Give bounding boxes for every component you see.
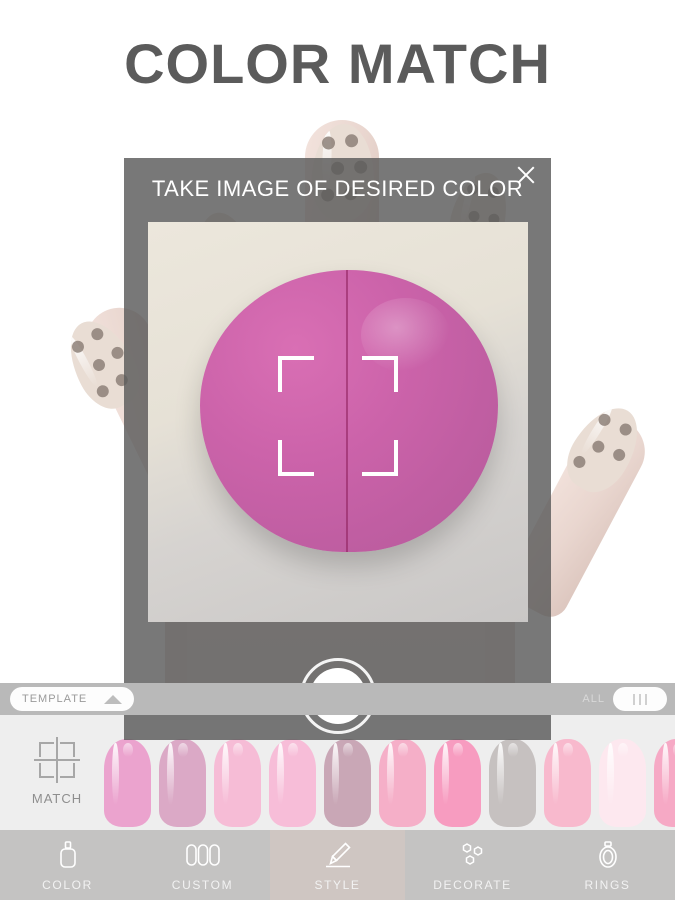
- swatch-highlight-top: [617, 742, 629, 757]
- brush-icon: [321, 838, 355, 872]
- all-filter-label: ALL: [582, 693, 605, 705]
- template-button-label: TEMPLATE: [22, 693, 88, 705]
- three-nails-icon: [183, 838, 223, 872]
- swatch-highlight-top: [232, 742, 244, 757]
- close-icon[interactable]: [509, 158, 543, 192]
- nail-dot: [345, 133, 359, 148]
- color-swatch[interactable]: [214, 739, 261, 827]
- swatch-highlight: [442, 743, 449, 805]
- color-swatch[interactable]: [654, 739, 675, 827]
- tab-style[interactable]: STYLE: [270, 830, 405, 900]
- camera-modal: TAKE IMAGE OF DESIRED COLOR: [124, 158, 551, 740]
- swatch-highlight: [662, 743, 669, 805]
- focus-corner-top-left: [278, 356, 314, 392]
- match-button-label: MATCH: [31, 791, 83, 806]
- tab-rings[interactable]: RINGS: [540, 830, 675, 900]
- template-button[interactable]: TEMPLATE: [10, 687, 134, 711]
- chevron-up-icon: [104, 694, 122, 704]
- crosshair-horizontal: [34, 759, 80, 761]
- swatch-highlight-top: [507, 742, 519, 757]
- color-swatch[interactable]: [379, 739, 426, 827]
- swatch-highlight-top: [397, 742, 409, 757]
- tab-decorate[interactable]: DECORATE: [405, 830, 540, 900]
- color-swatch[interactable]: [104, 739, 151, 827]
- nail-dot: [611, 446, 628, 464]
- app-root: COLOR MATCH TAKE IMAGE OF DESIRED COLOR: [0, 0, 675, 900]
- swatch-highlight-top: [562, 742, 574, 757]
- swatch-highlight-top: [342, 742, 354, 757]
- color-swatch[interactable]: [159, 739, 206, 827]
- bracket-top-right: [60, 742, 75, 757]
- three-bars-icon[interactable]: [613, 687, 667, 711]
- swatch-highlight: [112, 743, 119, 805]
- template-all-strip: TEMPLATE ALL: [0, 683, 675, 715]
- bottom-tab-bar: COLOR CUSTOM STYLE DECORATE RINGS: [0, 830, 675, 900]
- focus-corner-top-right: [362, 356, 398, 392]
- all-filter-group: ALL: [582, 687, 667, 711]
- nail-polish-bottle-icon: [51, 838, 85, 872]
- color-swatch[interactable]: [324, 739, 371, 827]
- nail-dot: [89, 325, 106, 343]
- camera-modal-header: TAKE IMAGE OF DESIRED COLOR: [124, 158, 551, 222]
- tab-label: RINGS: [584, 878, 631, 892]
- bracket-bottom-right: [60, 763, 75, 778]
- nail-dot: [617, 421, 635, 438]
- swatch-highlight: [552, 743, 559, 805]
- focus-corner-bottom-right: [362, 440, 398, 476]
- bar: [645, 693, 647, 705]
- swatch-highlight: [222, 743, 229, 805]
- tab-label: CUSTOM: [171, 878, 234, 892]
- tab-label: COLOR: [42, 878, 93, 892]
- swatch-highlight-top: [122, 742, 134, 757]
- camera-viewfinder[interactable]: [148, 222, 528, 622]
- nail-dot: [108, 344, 126, 362]
- bar: [633, 693, 635, 705]
- swatch-highlight-top: [177, 742, 189, 757]
- color-swatch[interactable]: [544, 739, 591, 827]
- crosshair-bracket-icon: [34, 737, 80, 783]
- tab-label: DECORATE: [433, 878, 512, 892]
- tab-label: STYLE: [314, 878, 361, 892]
- gems-icon: [456, 838, 490, 872]
- swatch-highlight-top: [452, 742, 464, 757]
- swatch-highlight: [277, 743, 284, 805]
- bar: [639, 693, 641, 705]
- match-button[interactable]: MATCH: [18, 737, 96, 817]
- swatch-highlight: [497, 743, 504, 805]
- color-swatch[interactable]: [434, 739, 481, 827]
- swatch-highlight: [167, 743, 174, 805]
- nail-dot: [321, 136, 335, 151]
- camera-modal-title: TAKE IMAGE OF DESIRED COLOR: [151, 176, 524, 201]
- swatch-highlight: [332, 743, 339, 805]
- bracket-bottom-left: [39, 763, 54, 778]
- nail-dot: [571, 453, 588, 471]
- swatch-highlight-top: [287, 742, 299, 757]
- bracket-top-left: [39, 742, 54, 757]
- focus-bracket-icon: [278, 356, 398, 476]
- tab-custom[interactable]: CUSTOM: [135, 830, 270, 900]
- color-swatch[interactable]: [599, 739, 646, 827]
- color-swatch[interactable]: [269, 739, 316, 827]
- ring-icon: [591, 838, 625, 872]
- tab-color[interactable]: COLOR: [0, 830, 135, 900]
- focus-corner-bottom-left: [278, 440, 314, 476]
- nail-dot: [95, 383, 112, 400]
- swatch-highlight: [387, 743, 394, 805]
- swatch-highlight: [607, 743, 614, 805]
- color-swatch[interactable]: [489, 739, 536, 827]
